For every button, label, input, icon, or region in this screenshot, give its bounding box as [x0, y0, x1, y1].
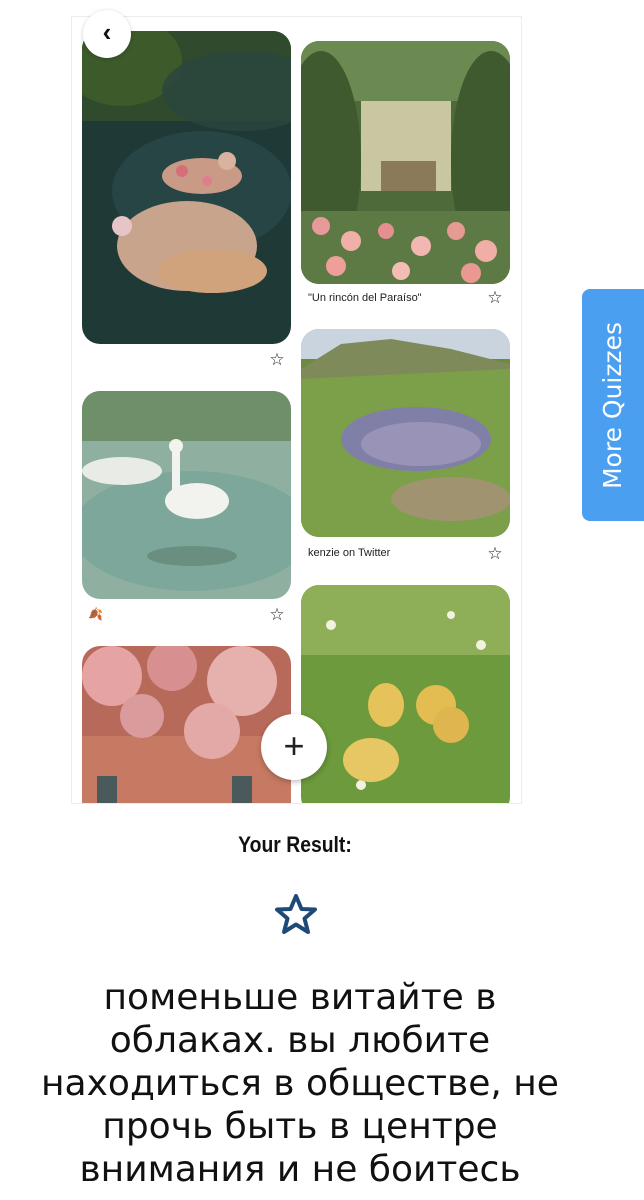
- swan-image: [82, 391, 291, 599]
- more-quizzes-button[interactable]: More Quizzes: [582, 289, 644, 521]
- garden-image: [301, 41, 510, 284]
- chevron-left-icon: ‹: [102, 16, 112, 47]
- result-text: поменьше витайте в облаках. вы любите на…: [41, 977, 559, 1190]
- back-button[interactable]: ‹: [83, 10, 131, 58]
- pin-ducklings[interactable]: [301, 585, 510, 803]
- leaf-icon: 🍂: [88, 607, 103, 621]
- pin-lake[interactable]: [301, 329, 510, 537]
- pin-building[interactable]: [82, 646, 291, 803]
- more-quizzes-label: More Quizzes: [598, 321, 628, 489]
- save-star-icon[interactable]: ☆: [268, 606, 286, 624]
- building-image: [82, 646, 291, 803]
- plus-icon: +: [283, 724, 305, 766]
- pin-caption: "Un rincón del Paraíso": [308, 292, 422, 304]
- save-star-icon[interactable]: ☆: [486, 289, 504, 307]
- pin-board: "Un rincón del Paraíso" ☆ ☆ kenzie on Tw…: [71, 16, 522, 804]
- ophelia-image: [82, 31, 291, 344]
- lake-image: [301, 329, 510, 537]
- pin-garden[interactable]: [301, 41, 510, 284]
- save-star-icon[interactable]: ☆: [268, 351, 286, 369]
- result-label: Your Result:: [238, 832, 352, 857]
- add-pin-button[interactable]: +: [261, 714, 327, 780]
- pin-ophelia[interactable]: [82, 31, 291, 344]
- star-icon: [275, 894, 317, 934]
- ducklings-image: [301, 585, 510, 803]
- pin-swan[interactable]: [82, 391, 291, 599]
- save-star-icon[interactable]: ☆: [486, 545, 504, 563]
- pin-caption: kenzie on Twitter: [308, 547, 391, 559]
